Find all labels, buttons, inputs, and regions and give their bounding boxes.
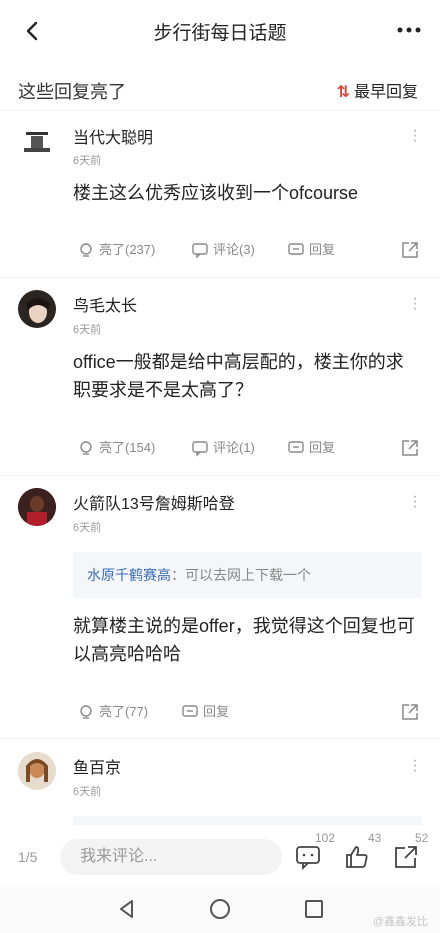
like-button[interactable]: 亮了(237) xyxy=(77,238,155,262)
reply-bubble-icon xyxy=(182,705,198,717)
lightbulb-icon xyxy=(80,441,92,455)
like-count: 亮了(77) xyxy=(99,704,149,719)
share-icon[interactable] xyxy=(400,702,420,722)
quoted-text: ：可以去网上下载一个 xyxy=(171,567,311,583)
section-header: 这些回复亮了 ⇅ 最早回复 xyxy=(0,72,440,108)
reply-bubble-icon xyxy=(288,243,304,255)
more-button[interactable] xyxy=(396,18,422,47)
comment-actions: 亮了(154) 评论(1) 回复 xyxy=(73,436,420,460)
divider xyxy=(0,475,440,476)
comment-button[interactable]: 评论(1) xyxy=(191,436,255,460)
share-total: 52 xyxy=(415,831,429,845)
comment-text: 楼主这么优秀应该收到一个ofcourse xyxy=(73,183,359,203)
avatar-image xyxy=(24,132,50,152)
more-dots-icon xyxy=(397,27,421,33)
avatar-image xyxy=(18,290,56,328)
like-total: 43 xyxy=(368,831,382,845)
comment-menu-icon[interactable]: · · · xyxy=(412,291,418,317)
share-icon[interactable] xyxy=(400,240,420,260)
like-button[interactable]: 亮了(154) xyxy=(77,436,155,460)
divider xyxy=(0,277,440,278)
lightbulb-icon xyxy=(80,243,92,257)
reply-button[interactable]: 回复 xyxy=(181,700,229,724)
avatar-image xyxy=(18,752,56,790)
comment-text: 就算楼主说的是offer，我觉得这个回复也可以高亮哈哈哈 xyxy=(73,616,415,664)
like-count: 亮了(237) xyxy=(99,242,156,257)
reply-bubble-icon xyxy=(288,441,304,453)
comment-button[interactable]: 评论(3) xyxy=(191,238,255,262)
comment-actions: 亮了(77) 回复 xyxy=(73,700,420,724)
back-triangle-icon[interactable] xyxy=(115,897,139,921)
quoted-reply[interactable]: 水原千鹤赛高：可以去网上下载一个 xyxy=(73,552,422,598)
avatar[interactable] xyxy=(18,122,56,160)
lightbulb-icon xyxy=(80,705,92,719)
comment-total: 102 xyxy=(315,831,336,845)
system-nav-bar: @鑫鑫发比 xyxy=(0,887,440,933)
thumbs-up-icon[interactable] xyxy=(343,843,371,871)
sort-icon: ⇅ xyxy=(336,84,350,101)
username[interactable]: 当代大聪明 xyxy=(73,124,153,148)
comment-actions: 亮了(237) 评论(3) 回复 xyxy=(73,238,420,262)
comment-count: 评论(1) xyxy=(213,440,255,455)
reply-button[interactable]: 回复 xyxy=(287,238,335,262)
share-icon[interactable] xyxy=(400,438,420,458)
bottom-bar: 1/5 我来评论... 102 43 52 xyxy=(0,825,440,887)
timestamp: 6天前 xyxy=(73,324,102,336)
reply-label: 回复 xyxy=(309,440,336,455)
watermark: @鑫鑫发比 xyxy=(372,916,428,928)
comment-text: office一般都是给中高层配的，楼主你的求职要求是不是太高了？ xyxy=(73,352,404,400)
sort-label: 最早回复 xyxy=(353,84,418,101)
comment-bubble-icon xyxy=(192,243,208,259)
username[interactable]: 鱼百京 xyxy=(73,754,121,778)
like-count: 亮了(154) xyxy=(99,440,156,455)
comment-input[interactable]: 我来评论... xyxy=(60,839,282,875)
timestamp: 6天前 xyxy=(73,522,102,534)
page-title: 步行街每日话题 xyxy=(153,23,287,44)
reply-button[interactable]: 回复 xyxy=(287,436,335,460)
divider xyxy=(0,738,440,739)
divider xyxy=(0,110,440,111)
username[interactable]: 鸟毛太长 xyxy=(73,292,137,316)
quoted-username[interactable]: 水原千鹤赛高 xyxy=(87,567,171,583)
home-circle-icon[interactable] xyxy=(208,897,232,921)
timestamp: 6天前 xyxy=(73,786,102,798)
like-button[interactable]: 亮了(77) xyxy=(77,700,148,724)
comment-menu-icon[interactable]: · · · xyxy=(412,489,418,515)
section-label: 这些回复亮了 xyxy=(18,82,126,102)
avatar[interactable] xyxy=(18,290,56,328)
sort-button[interactable]: ⇅ 最早回复 xyxy=(337,78,418,102)
comment-count: 评论(3) xyxy=(213,242,255,257)
comment-bubble-icon[interactable] xyxy=(294,843,322,871)
top-bar: 步行街每日话题 xyxy=(0,0,440,62)
page-indicator: 1/5 xyxy=(18,849,38,865)
avatar-image xyxy=(18,488,56,526)
reply-label: 回复 xyxy=(203,704,230,719)
comment-menu-icon[interactable]: · · · xyxy=(412,123,418,149)
reply-label: 回复 xyxy=(309,242,336,257)
timestamp: 6天前 xyxy=(73,155,102,167)
comment-menu-icon[interactable]: · · · xyxy=(412,753,418,779)
recents-square-icon[interactable] xyxy=(302,897,326,921)
share-icon[interactable] xyxy=(392,843,420,871)
avatar[interactable] xyxy=(18,752,56,790)
username[interactable]: 火箭队13号詹姆斯哈登 xyxy=(73,490,235,514)
comment-bubble-icon xyxy=(192,441,208,457)
avatar[interactable] xyxy=(18,488,56,526)
